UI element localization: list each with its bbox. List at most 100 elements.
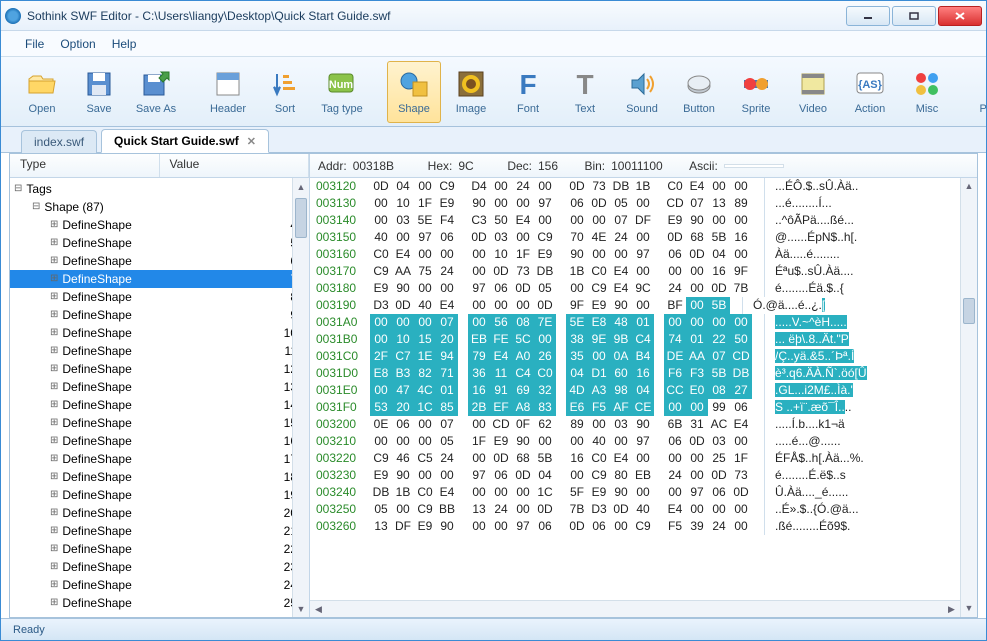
hex-row[interactable]: 0031F053201C852BEFA883E6F5AFCE00009906S …: [310, 399, 960, 416]
hex-row[interactable]: 003170C9AA7524000D73DB1BC0E4000000169FÉª…: [310, 263, 960, 280]
close-icon[interactable]: ✕: [247, 136, 256, 148]
header-icon: [212, 68, 244, 100]
chevron-up-icon[interactable]: ▲: [293, 178, 309, 195]
font-button[interactable]: FFont: [501, 61, 555, 123]
play-icon: [983, 68, 987, 100]
hex-view[interactable]: 0031200D0400C9D40024000D73DB1BC0E40000..…: [310, 178, 977, 617]
tree-root[interactable]: Tags: [10, 180, 309, 198]
tree-header: Type Value: [10, 154, 309, 178]
shape-icon: [398, 68, 430, 100]
tree-item[interactable]: DefineShape4: [10, 216, 309, 234]
scrollbar-thumb[interactable]: [963, 298, 975, 324]
sprite-button[interactable]: Sprite: [729, 61, 783, 123]
hex-row[interactable]: 0031E000474C01169169324DA39804CCE00827.G…: [310, 382, 960, 399]
tree-item[interactable]: DefineShape15: [10, 414, 309, 432]
hex-hscrollbar[interactable]: ◀ ▶: [310, 600, 960, 617]
misc-button[interactable]: Misc: [900, 61, 954, 123]
tree-item[interactable]: DefineShape19: [10, 486, 309, 504]
hex-panel: Addr: 00318B Hex: 9C Dec: 156 Bin: 10011…: [310, 154, 977, 617]
tree-item[interactable]: DefineShape7: [10, 270, 309, 288]
hex-value: 9C: [458, 160, 473, 172]
hex-row[interactable]: 003180E990000097060D0500C9E49C24000D7Bé.…: [310, 280, 960, 297]
hex-row[interactable]: 00314000035EF4C350E400000007DFE9900000..…: [310, 212, 960, 229]
tree-item[interactable]: DefineShape18: [10, 468, 309, 486]
hex-row[interactable]: 0031A0000000070056087E5EE8480100000000..…: [310, 314, 960, 331]
preview-button[interactable]: Preview: [972, 61, 987, 123]
tab-quickstart[interactable]: Quick Start Guide.swf✕: [101, 129, 269, 153]
tree-scrollbar[interactable]: ▲ ▼: [292, 178, 309, 617]
scrollbar-thumb[interactable]: [295, 198, 307, 238]
header-button[interactable]: Header: [201, 61, 255, 123]
tree-item[interactable]: DefineShape11: [10, 342, 309, 360]
menubar: File Option Help: [1, 31, 986, 57]
hex-row[interactable]: 0031B000101520EBFE5C00389E9BC474012250..…: [310, 331, 960, 348]
tree-item[interactable]: DefineShape14: [10, 396, 309, 414]
hex-row[interactable]: 0031D0E8B382713611C4C004D16016F6F35BDBè³…: [310, 365, 960, 382]
tree-item[interactable]: DefineShape22: [10, 540, 309, 558]
text-button[interactable]: TText: [558, 61, 612, 123]
tagtype-button[interactable]: NumTag type: [315, 61, 369, 123]
menu-help[interactable]: Help: [112, 37, 137, 51]
minimize-button[interactable]: [846, 6, 890, 26]
video-button[interactable]: Video: [786, 61, 840, 123]
tree-item[interactable]: DefineShape25: [10, 594, 309, 612]
tree-item[interactable]: DefineShape6: [10, 252, 309, 270]
hex-row[interactable]: 0031C02FC71E9479E4A02635000AB4DEAA07CD/Ç…: [310, 348, 960, 365]
image-button[interactable]: Image: [444, 61, 498, 123]
hex-row[interactable]: 0031200D0400C9D40024000D73DB1BC0E40000..…: [310, 178, 960, 195]
tree-item[interactable]: DefineShape23: [10, 558, 309, 576]
open-folder-icon: [26, 68, 58, 100]
tree-item[interactable]: DefineShape17: [10, 450, 309, 468]
tree-item[interactable]: DefineShape5: [10, 234, 309, 252]
button-button[interactable]: Button: [672, 61, 726, 123]
hex-row[interactable]: 003220C946C524000D685B16C0E4000000251FÉF…: [310, 450, 960, 467]
open-button[interactable]: Open: [15, 61, 69, 123]
chevron-right-icon[interactable]: ▶: [943, 601, 960, 617]
tree-item[interactable]: DefineShape24: [10, 576, 309, 594]
maximize-button[interactable]: [892, 6, 936, 26]
close-button[interactable]: [938, 6, 982, 26]
hex-row[interactable]: 00313000101FE990000097060D0500CD071389..…: [310, 195, 960, 212]
hex-row[interactable]: 003160C0E4000000101FE990000097060D0400Àä…: [310, 246, 960, 263]
hex-row[interactable]: 0032000E06000700CD0F62890003906B31ACE4..…: [310, 416, 960, 433]
tab-index[interactable]: index.swf: [21, 130, 97, 153]
chevron-down-icon[interactable]: ▼: [961, 600, 977, 617]
chevron-up-icon[interactable]: ▲: [961, 178, 977, 195]
text-icon: T: [569, 68, 601, 100]
floppy-icon: [83, 68, 115, 100]
sort-button[interactable]: Sort: [258, 61, 312, 123]
hex-vscrollbar[interactable]: ▲ ▼: [960, 178, 977, 617]
saveas-button[interactable]: Save As: [129, 61, 183, 123]
hex-row[interactable]: 003150400097060D0300C9704E24000D685B16@.…: [310, 229, 960, 246]
tree-item[interactable]: DefineShape20: [10, 504, 309, 522]
tree-group-shape[interactable]: Shape (87): [10, 198, 309, 216]
content-area: Type Value TagsShape (87)DefineShape4Def…: [9, 153, 978, 618]
chevron-down-icon[interactable]: ▼: [293, 600, 309, 617]
tree-item[interactable]: DefineShape8: [10, 288, 309, 306]
hex-row[interactable]: 003210000000051FE9900000400097060D0300..…: [310, 433, 960, 450]
menu-file[interactable]: File: [25, 37, 44, 51]
tree-item[interactable]: DefineShape16: [10, 432, 309, 450]
tree-item[interactable]: DefineShape13: [10, 378, 309, 396]
hex-row[interactable]: 00326013DFE990000097060D0600C9F5392400.ß…: [310, 518, 960, 535]
hex-row[interactable]: 003240DB1BC0E40000001C5FE990000097060DÛ.…: [310, 484, 960, 501]
hex-row[interactable]: 0032500500C9BB1324000D7BD30D40E4000000..…: [310, 501, 960, 518]
sound-button[interactable]: Sound: [615, 61, 669, 123]
tree-body: TagsShape (87)DefineShape4DefineShape5De…: [10, 178, 309, 617]
sound-icon: [626, 68, 658, 100]
shape-button[interactable]: Shape: [387, 61, 441, 123]
hex-row[interactable]: 003190D30D40E40000000D9FE99000BF005BÓ.@ä…: [310, 297, 960, 314]
tree-col-type[interactable]: Type: [10, 154, 160, 177]
chevron-left-icon[interactable]: ◀: [310, 601, 327, 617]
tree-item[interactable]: DefineShape9: [10, 306, 309, 324]
menu-option[interactable]: Option: [60, 37, 95, 51]
tree-item[interactable]: DefineShape10: [10, 324, 309, 342]
hex-row[interactable]: 003230E990000097060D0400C980EB24000D73é.…: [310, 467, 960, 484]
addr-value: 00318B: [353, 160, 394, 172]
status-text: Ready: [13, 624, 45, 636]
tree-col-value[interactable]: Value: [160, 154, 310, 177]
tree-item[interactable]: DefineShape21: [10, 522, 309, 540]
save-button[interactable]: Save: [72, 61, 126, 123]
action-button[interactable]: {AS}Action: [843, 61, 897, 123]
tree-item[interactable]: DefineShape12: [10, 360, 309, 378]
